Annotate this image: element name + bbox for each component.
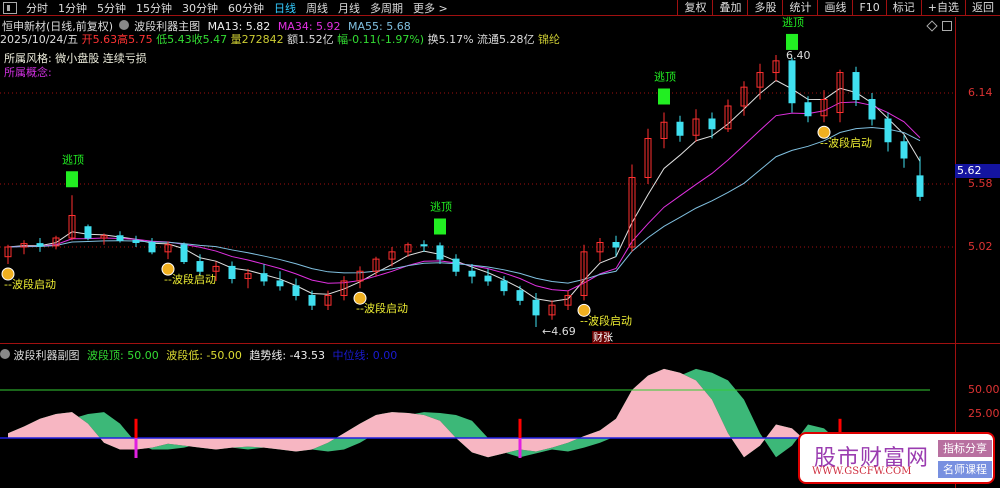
sub-tick: 25.00 — [968, 407, 1000, 420]
price-axis — [955, 17, 956, 488]
top-signal-icon — [658, 88, 670, 105]
candle-body — [884, 118, 892, 143]
top-signal-label: 逃顶 — [782, 16, 804, 29]
panel-divider[interactable] — [0, 343, 1000, 344]
candle-body — [116, 235, 124, 241]
mid-line-value: 中位线: 0.00 — [332, 349, 398, 362]
candle-body — [308, 294, 316, 306]
candle-body — [468, 270, 476, 277]
candle-body — [612, 242, 620, 248]
candle-body — [484, 275, 492, 282]
candle-body — [788, 60, 796, 104]
candle-body — [500, 280, 508, 292]
candle-body — [708, 118, 716, 130]
buy-signal-label: --波段启动 — [580, 313, 632, 327]
candle-body — [276, 280, 284, 287]
panel-toggle-icon[interactable] — [942, 21, 952, 31]
sub-title[interactable]: 波段利器副图 — [14, 349, 80, 362]
candle-body — [420, 244, 428, 247]
candle-body — [852, 72, 860, 100]
high-price-label: 6.40 — [786, 49, 811, 62]
price-tick: 5.58 — [968, 177, 993, 190]
price-tick: 5.02 — [968, 240, 993, 253]
buy-signal-label: --波段启动 — [356, 301, 408, 315]
ma55-line — [7, 126, 921, 284]
candle-body — [436, 245, 444, 260]
candle-body — [196, 261, 204, 272]
signal-bar-low — [518, 438, 522, 458]
buy-signal-label: --波段启动 — [4, 277, 56, 291]
candle-body — [228, 265, 236, 280]
ma34-line — [7, 101, 921, 292]
sub-header: 波段利器副图 波段顶: 50.00 波段低: -50.00 趋势线: -43.5… — [0, 347, 397, 363]
candle-body — [676, 121, 684, 136]
top-signal-label: 逃顶 — [654, 71, 676, 84]
ma13-line — [7, 79, 921, 302]
candle-body — [804, 102, 812, 117]
candle-body — [868, 99, 876, 120]
trend-line-value: 趋势线: -43.53 — [249, 349, 326, 362]
candle-body — [516, 290, 524, 301]
top-signal-icon — [434, 218, 446, 235]
candle-body — [916, 175, 924, 197]
top-signal-icon — [786, 33, 798, 50]
signal-bar-low — [134, 438, 138, 458]
candle-body — [84, 226, 92, 239]
price-tick: 6.14 — [968, 86, 993, 99]
candle-body — [532, 299, 540, 316]
signal-bar — [518, 418, 522, 438]
current-price-tag: 5.62 — [955, 164, 1000, 178]
top-signal-label: 逃顶 — [62, 153, 84, 166]
watermark-url: WWW.GSCFW.COM — [812, 466, 912, 477]
master-course-button[interactable]: 名师课程 — [938, 461, 992, 478]
candle-body — [260, 273, 268, 282]
wave-low: 波段低: -50.00 — [166, 349, 242, 362]
candle-body — [900, 141, 908, 159]
top-signal-icon — [66, 171, 78, 188]
signal-bar — [134, 418, 138, 438]
low-price-label: ←4.69 — [542, 325, 576, 338]
indicator-share-button[interactable]: 指标分享 — [938, 440, 992, 457]
wave-top: 波段顶: 50.00 — [87, 349, 159, 362]
buy-signal-label: --波段启动 — [820, 135, 872, 149]
watermark-logo: 股市财富网 WWW.GSCFW.COM 指标分享 名师课程 — [798, 432, 995, 484]
candle-body — [180, 244, 188, 263]
sub-tick: 50.00 — [968, 383, 1000, 396]
candle-body — [148, 242, 156, 253]
candle-body — [292, 285, 300, 296]
candle-body — [132, 239, 140, 243]
chevron-down-icon[interactable] — [0, 349, 10, 359]
top-signal-label: 逃顶 — [430, 201, 452, 214]
candle-body — [452, 258, 460, 272]
buy-signal-label: --波段启动 — [164, 272, 216, 286]
candle-body — [36, 243, 44, 247]
candlestick-chart[interactable]: --波段启动 --波段启动--波段启动--波段启动--波段启动逃顶逃顶逃顶逃顶6.… — [0, 0, 1000, 488]
